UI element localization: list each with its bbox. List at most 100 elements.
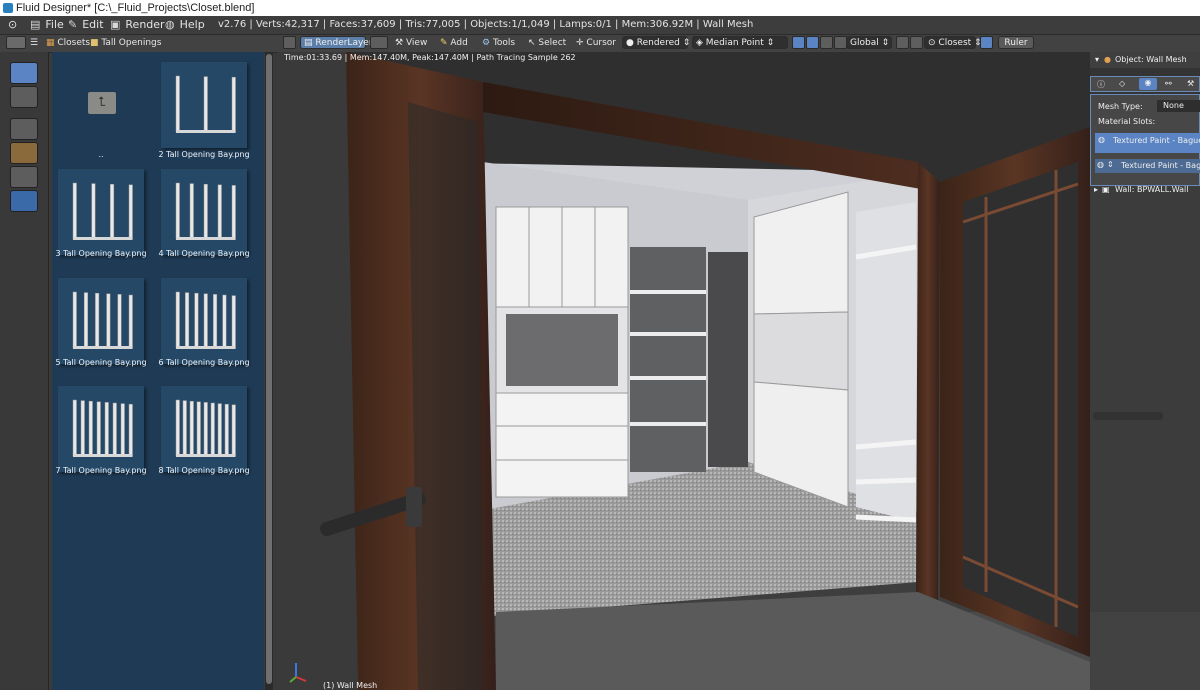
material-sphere-icon[interactable] (10, 166, 38, 188)
menu-view[interactable]: ⚒ View (395, 36, 427, 51)
translate-icon[interactable] (806, 36, 819, 49)
child-object-row[interactable]: ▸ ▣ Wall: BPWALL.Wall (1090, 184, 1200, 198)
proportional-edit-icon[interactable] (896, 36, 909, 49)
grid-view-icon[interactable] (10, 62, 38, 84)
pencil-icon: ✎ (440, 38, 448, 48)
menu-tools[interactable]: ⚙ Tools (482, 36, 515, 51)
asset-label: 4 Tall Opening Bay.png (158, 249, 250, 258)
cursor-arrow-icon: ↖ (528, 38, 536, 48)
editor-type-icon[interactable] (6, 36, 26, 49)
asset-label: 6 Tall Opening Bay.png (158, 358, 250, 367)
sphere-icon: ● (626, 38, 634, 48)
mesh-type-label: Mesh Type: (1098, 102, 1143, 111)
blender-logo-icon[interactable]: ⊙ (8, 16, 17, 34)
closet-bay-preview (72, 399, 133, 457)
breadcrumb-closets[interactable]: ▦ Closets (46, 36, 90, 51)
link-tab-icon[interactable]: ⚯ (1165, 79, 1172, 88)
updown-arrows-icon[interactable]: ⇕ (1107, 160, 1114, 169)
menu-add[interactable]: ✎ Add (440, 36, 468, 51)
help-icon: ◍ (165, 18, 175, 31)
snap-magnet-icon[interactable] (910, 36, 923, 49)
scene-stats: v2.76 | Verts:42,317 | Faces:37,609 | Tr… (218, 19, 754, 30)
main-menu-bar: ⊙ ▤ File ✎ Edit ▣ Render ◍ Help v2.76 | Vert… (0, 16, 1200, 35)
material-ball-icon: ◍ (1098, 135, 1105, 144)
app-icon (3, 3, 13, 13)
menu-render[interactable]: ▣ Render (110, 16, 165, 34)
asset-label: 3 Tall Opening Bay.png (55, 249, 147, 258)
asset-label: 2 Tall Opening Bay.png (158, 150, 250, 159)
closet-bay-preview (175, 75, 236, 133)
shading-dropdown[interactable]: ● Rendered ⇕ (622, 36, 690, 49)
document-icon: ▤ (30, 18, 41, 31)
3d-viewport[interactable] (278, 52, 1200, 690)
closet-bay-preview (175, 399, 236, 457)
closet-bay-preview (175, 291, 236, 349)
tools-icon: ⚙ (482, 38, 491, 48)
asset-thumbnail[interactable] (58, 386, 144, 472)
asset-thumbnail[interactable] (161, 386, 247, 472)
pivot-icon: ◈ (696, 38, 703, 48)
scrollbar-thumb[interactable] (266, 54, 272, 684)
snap-toggle-icon[interactable] (980, 36, 993, 49)
material-ball-icon-2: ◍ (1097, 160, 1104, 169)
mesh-type-dropdown[interactable]: None (1157, 100, 1200, 112)
wall-icon: ▣ (1102, 185, 1110, 194)
active-object-label: (1) Wall Mesh (323, 681, 378, 690)
menu-select[interactable]: ↖ Select (528, 36, 566, 51)
ruler-button[interactable]: Ruler (998, 36, 1034, 49)
wrench-icon: ⚒ (395, 38, 404, 48)
breadcrumb-tall-openings[interactable]: ■ Tall Openings (90, 36, 161, 51)
tool-strip (0, 52, 49, 690)
camera-icon: ▣ (110, 18, 121, 31)
edit-icon: ✎ (68, 18, 78, 31)
asset-thumbnail[interactable] (161, 278, 247, 364)
pivot-dropdown[interactable]: ◈ Median Point ⇕ (692, 36, 788, 49)
expand-triangle-icon[interactable]: ▾ (1095, 55, 1099, 64)
child-object-label: Wall: BPWALL.Wall (1115, 185, 1189, 194)
menu-help[interactable]: ◍ Help (165, 16, 205, 34)
world-icon[interactable] (10, 190, 38, 212)
cube-icon[interactable] (10, 142, 38, 164)
render-layer-button[interactable]: ▤ RenderLayer (300, 36, 373, 49)
window-title: Fluid Designer* [C:\_Fluid_Projects\Clos… (16, 2, 255, 14)
asset-browser: ⮤.. 2 Tall Opening Bay.png 3 Tall Opening … (52, 52, 264, 690)
material-panel: Mesh Type: None Material Slots: Textured… (1090, 94, 1200, 186)
snap-icon: ⊙ (928, 38, 936, 48)
menu-cursor[interactable]: ✛ Cursor (576, 36, 616, 51)
closet-bay-preview (72, 291, 133, 349)
collapse-triangle-icon[interactable]: ▸ (1094, 185, 1098, 194)
mesh-tab-icon[interactable]: ◇ (1119, 79, 1125, 88)
render-preview (278, 52, 1200, 690)
orientation-dropdown[interactable]: Global ⇕ (846, 36, 892, 49)
wrench-tab-icon[interactable]: ⚒ (1187, 79, 1194, 88)
material-slot-1[interactable]: Textured Paint - Baguette (1095, 133, 1200, 153)
menu-edit[interactable]: ✎ Edit (68, 16, 104, 34)
rotate-icon[interactable] (820, 36, 833, 49)
asset-label: 7 Tall Opening Bay.png (55, 466, 147, 475)
snap-target-dropdown[interactable]: ⊙ Closest ⇕ (924, 36, 982, 49)
object-icon: ● (1104, 55, 1111, 64)
browser-scrollbar[interactable] (265, 52, 273, 690)
crosshair-icon: ✛ (576, 38, 584, 48)
asset-thumbnail[interactable] (161, 169, 247, 255)
info-tab-icon[interactable]: ⓘ (1097, 79, 1105, 90)
parent-folder-thumbnail[interactable]: ⮤ (58, 62, 144, 148)
hamburger-icon[interactable]: ☰ (30, 36, 38, 51)
menu-file[interactable]: ▤ File (30, 16, 64, 34)
window-title-bar: Fluid Designer* [C:\_Fluid_Projects\Clos… (0, 0, 1200, 16)
asset-label: 5 Tall Opening Bay.png (55, 358, 147, 367)
material-tab-icon[interactable]: ◉ (1139, 78, 1157, 90)
manipulator-icon[interactable] (792, 36, 805, 49)
folder-up-icon: ⮤ (88, 92, 116, 114)
render-status-text: Time:01:33.69 | Mem:147.40M, Peak:147.40… (284, 53, 576, 62)
layer-dropdown-icon[interactable] (370, 36, 388, 49)
asset-thumbnail[interactable] (58, 169, 144, 255)
properties-header[interactable]: ▾ ● Object: Wall Mesh (1090, 52, 1200, 68)
snap-grid-icon[interactable] (10, 86, 38, 108)
folder-icon: ■ (90, 38, 99, 48)
properties-title: Object: Wall Mesh (1115, 55, 1187, 64)
viewport-menu-icon[interactable] (283, 36, 296, 49)
asset-thumbnail[interactable] (58, 278, 144, 364)
asset-thumbnail[interactable] (161, 62, 247, 148)
layout-icon[interactable] (10, 118, 38, 140)
